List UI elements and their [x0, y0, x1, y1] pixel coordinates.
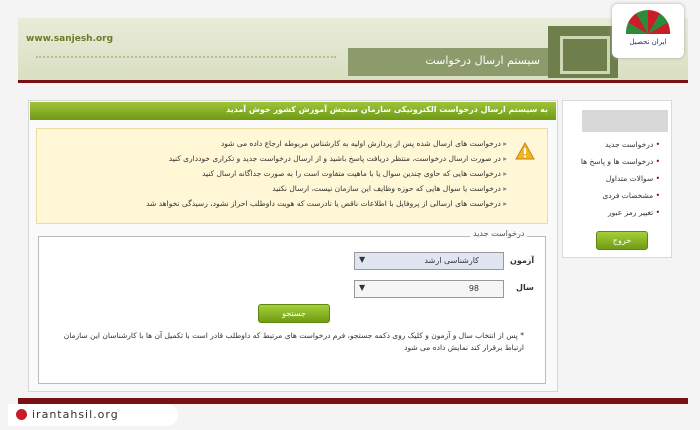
dropdown-arrow-icon: ▼: [359, 283, 366, 292]
sidebar-item-new-request[interactable]: درخواست جدید: [605, 140, 660, 149]
sidebar-item-profile[interactable]: مشخصات فردی: [602, 191, 660, 200]
notice-item: درخواست های ارسالی از پروفایل با اطلاعات…: [146, 199, 507, 208]
exam-label: آزمون: [510, 256, 535, 265]
exam-select-value: کارشناسی ارشد: [424, 256, 479, 265]
page-title: سیستم ارسال درخواست: [425, 54, 540, 67]
site-header: www.sanjesh.org سیستم ارسال درخواست: [18, 18, 688, 83]
fieldset-legend: درخواست جدید: [470, 229, 528, 238]
watermark-text: irantahsil.org: [32, 408, 119, 421]
notice-box: درخواست های ارسال شده پس از پردازش اولیه…: [36, 128, 548, 224]
header-banner: سیستم ارسال درخواست: [348, 48, 548, 76]
notice-item: در صورت ارسال درخواست، منتظر دریافت پاسخ…: [169, 154, 507, 163]
emblem-icon: [548, 26, 618, 78]
logout-button[interactable]: خروج: [596, 231, 648, 250]
search-button[interactable]: جستجو: [258, 304, 330, 323]
sidebar-item-requests-answers[interactable]: درخواست ها و پاسخ ها: [581, 157, 660, 166]
fan-logo-icon: [626, 10, 670, 34]
year-select[interactable]: 98 ▼: [354, 280, 504, 298]
site-url[interactable]: www.sanjesh.org: [26, 34, 113, 44]
notice-item: درخواست هایی که حاوی چندین سوال یا با ما…: [202, 169, 507, 178]
welcome-bar: به سیستم ارسال درخواست الکترونیکی سازمان…: [30, 102, 556, 120]
watermark: irantahsil.org: [8, 404, 178, 426]
header-ornament: [36, 56, 336, 78]
notice-item: درخواست های ارسال شده پس از پردازش اولیه…: [221, 139, 507, 148]
form-note: * پس از انتخاب سال و آزمون و کلیک روی دک…: [63, 331, 524, 352]
logo: ایران تحصیل: [612, 4, 684, 58]
sidebar-item-faq[interactable]: سوالات متداول: [606, 174, 660, 183]
year-select-value: 98: [468, 284, 479, 293]
welcome-text: به سیستم ارسال درخواست الکترونیکی سازمان…: [226, 105, 548, 114]
sidebar-item-change-password[interactable]: تغییر رمز عبور: [608, 208, 660, 217]
dropdown-arrow-icon: ▼: [359, 255, 366, 264]
warning-icon: [515, 141, 535, 160]
exam-select[interactable]: کارشناسی ارشد ▼: [354, 252, 504, 270]
logo-text: ایران تحصیل: [629, 38, 667, 46]
globe-icon: [16, 409, 27, 420]
user-info-placeholder: [582, 110, 668, 132]
year-label: سال: [516, 283, 534, 292]
notice-item: درخواست یا سوال هایی که حوزه وظایف این س…: [272, 184, 507, 193]
